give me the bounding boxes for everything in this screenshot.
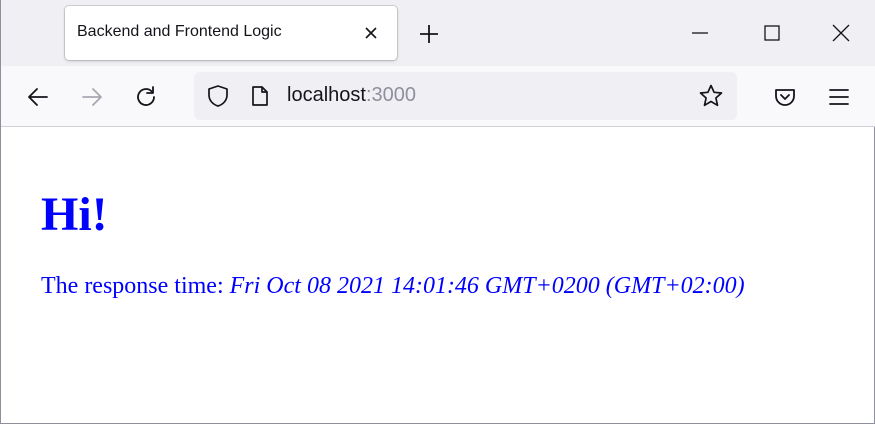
arrow-left-icon[interactable] bbox=[25, 84, 51, 110]
navigation-toolbar: localhost:3000 bbox=[1, 66, 875, 127]
page-heading: Hi! bbox=[41, 188, 108, 241]
window-close-icon[interactable] bbox=[830, 22, 852, 44]
response-time-label: The response time: bbox=[41, 273, 230, 299]
tab-active[interactable]: Backend and Frontend Logic bbox=[65, 6, 397, 60]
page-icon[interactable] bbox=[250, 85, 270, 107]
tab-strip: Backend and Frontend Logic bbox=[1, 0, 875, 66]
close-icon[interactable] bbox=[361, 23, 381, 43]
url-bar[interactable]: localhost:3000 bbox=[194, 72, 737, 120]
pocket-icon[interactable] bbox=[772, 84, 798, 110]
shield-icon[interactable] bbox=[206, 84, 230, 108]
reload-icon[interactable] bbox=[133, 84, 159, 110]
browser-window: Backend and Frontend Logic localhost:300… bbox=[0, 0, 875, 424]
minimize-icon[interactable] bbox=[689, 22, 711, 44]
page-content: Hi! The response time: Fri Oct 08 2021 1… bbox=[1, 127, 874, 423]
response-time-value: Fri Oct 08 2021 14:01:46 GMT+0200 (GMT+0… bbox=[229, 273, 745, 299]
maximize-icon[interactable] bbox=[761, 22, 783, 44]
hamburger-menu-icon[interactable] bbox=[826, 84, 852, 110]
url-host: localhost bbox=[287, 84, 366, 106]
response-time-line: The response time: Fri Oct 08 2021 14:01… bbox=[41, 273, 745, 300]
star-icon[interactable] bbox=[698, 83, 724, 109]
tab-title: Backend and Frontend Logic bbox=[77, 23, 282, 40]
url-text[interactable]: localhost:3000 bbox=[287, 84, 416, 107]
plus-icon[interactable] bbox=[417, 22, 441, 46]
arrow-right-icon[interactable] bbox=[79, 84, 105, 110]
url-port: :3000 bbox=[365, 84, 416, 106]
